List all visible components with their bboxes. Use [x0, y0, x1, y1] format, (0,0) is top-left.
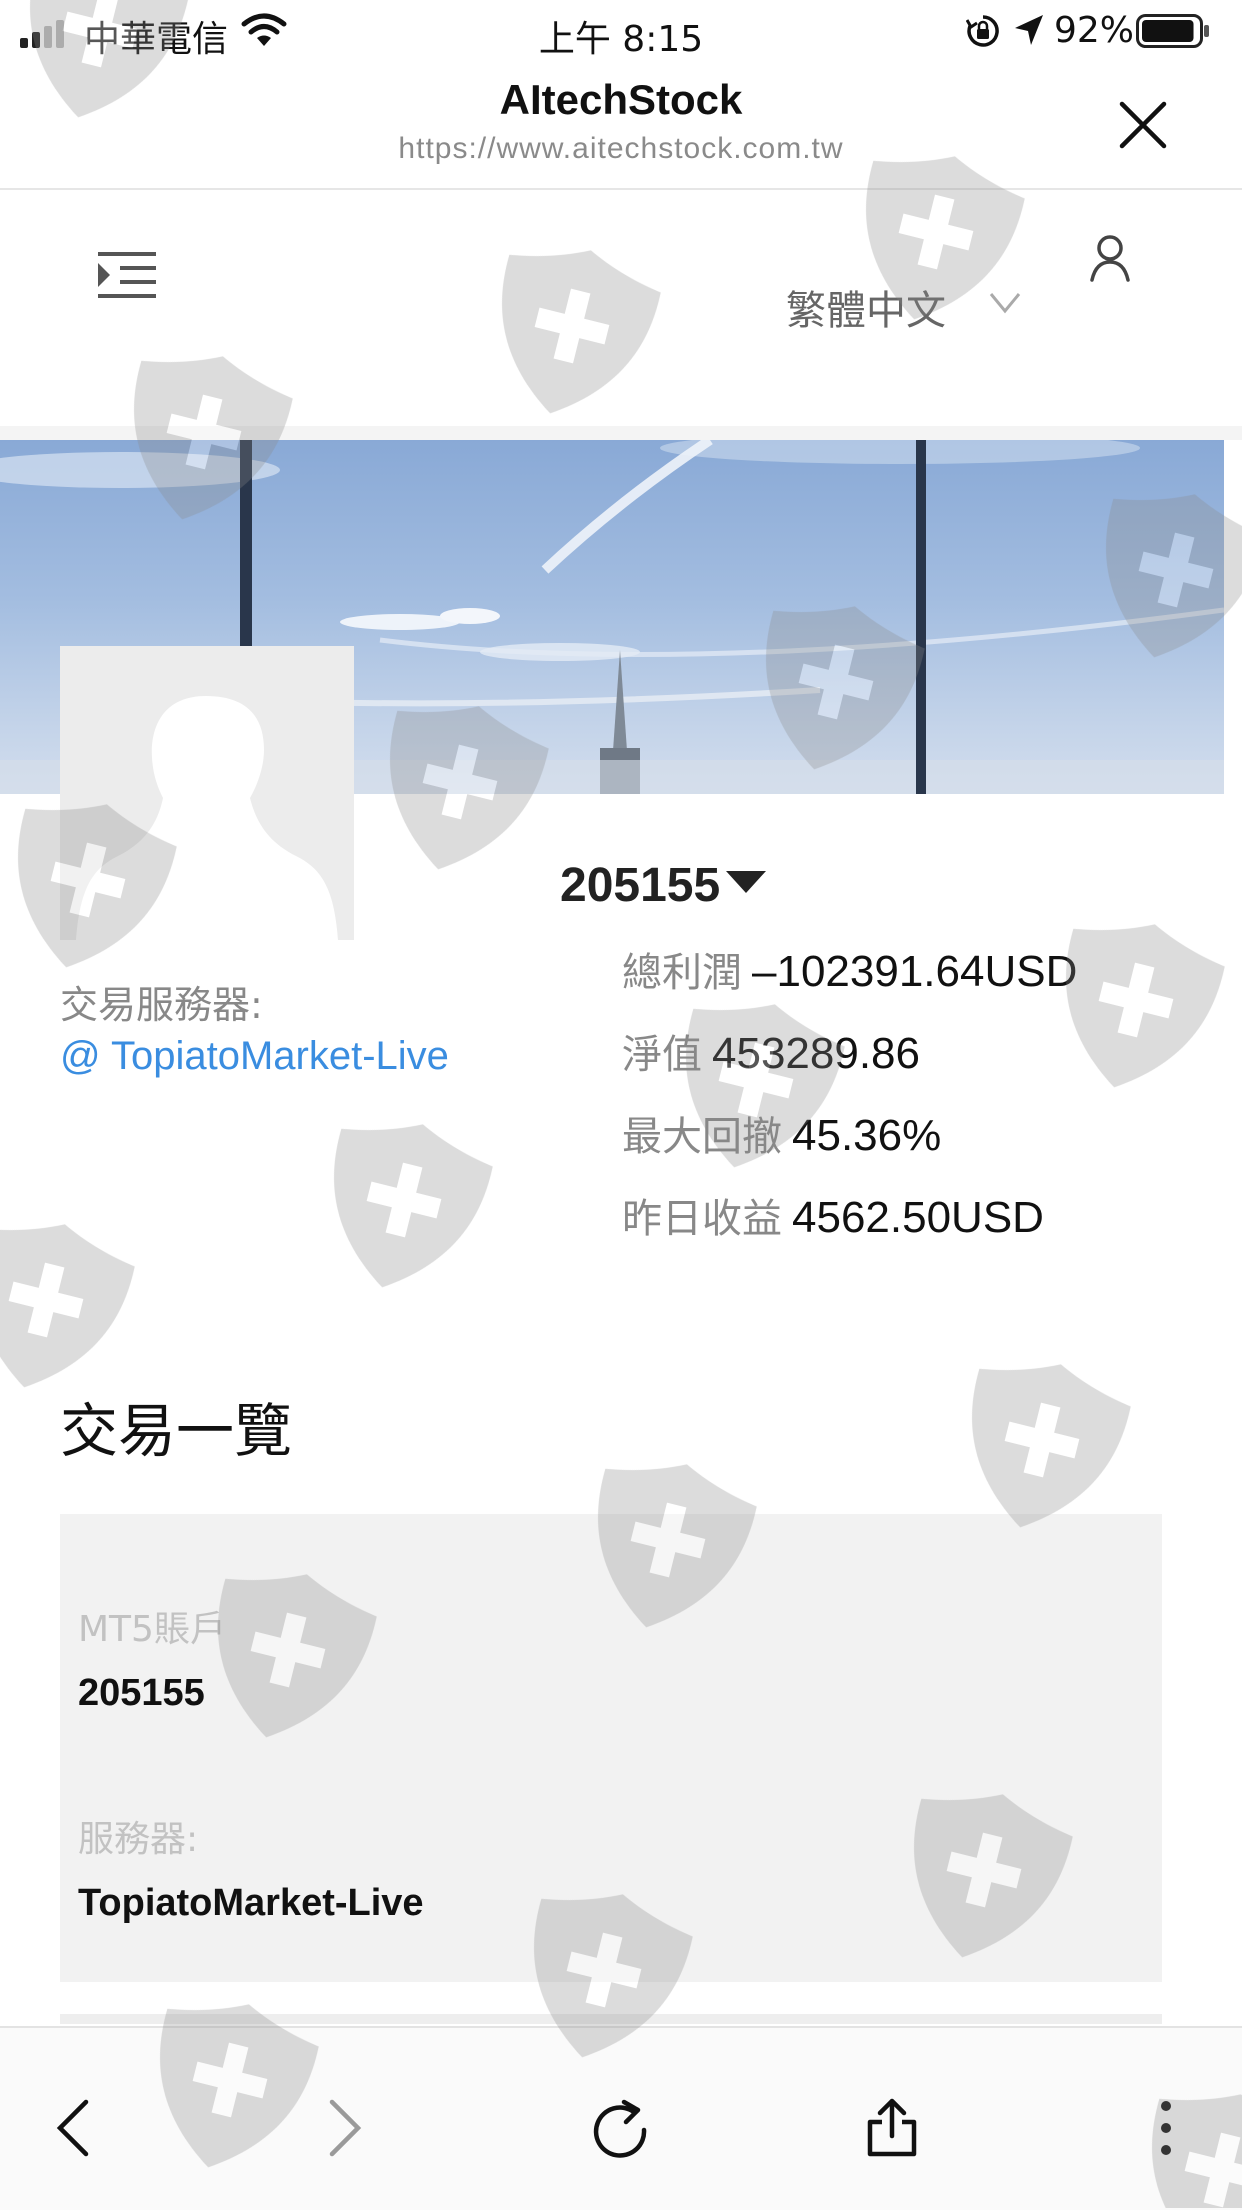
- list-item: [60, 2014, 1162, 2024]
- caret-down-icon: [726, 871, 767, 893]
- browser-header: AItechStock https://www.aitechstock.com.…: [0, 62, 1242, 190]
- more-icon[interactable]: [1136, 2098, 1196, 2158]
- page-url: https://www.aitechstock.com.tw: [398, 132, 844, 165]
- stat-total-profit: 總利潤 –102391.64USD: [622, 940, 1077, 998]
- card-account-value: 205155: [78, 1672, 205, 1714]
- forward-icon[interactable]: [314, 2098, 374, 2158]
- stat-yesterday-income: 昨日收益 4562.50USD: [622, 1186, 1044, 1244]
- card-server-label: 服務器:: [78, 1819, 199, 1860]
- reload-icon[interactable]: [590, 2098, 650, 2158]
- chevron-down-icon[interactable]: [988, 290, 1022, 316]
- account-selector[interactable]: 205155: [560, 858, 767, 913]
- page-title: AItechStock: [499, 76, 743, 123]
- server-label: 交易服務器:: [60, 983, 263, 1027]
- menu-indent-icon[interactable]: [96, 246, 160, 310]
- battery-percentage: 92%: [1054, 10, 1135, 51]
- browser-toolbar: [0, 2026, 1242, 2210]
- stat-label: 最大回撤: [622, 1114, 782, 1160]
- stat-value: 453289.86: [712, 1029, 920, 1078]
- stat-label: 淨值: [622, 1032, 702, 1078]
- back-icon[interactable]: [44, 2098, 104, 2158]
- share-icon[interactable]: [862, 2098, 922, 2158]
- stat-value: –102391.64USD: [752, 947, 1078, 996]
- stat-max-drawdown: 最大回撤 45.36%: [622, 1104, 941, 1162]
- stat-equity: 淨值 453289.86: [622, 1022, 920, 1080]
- avatar: [60, 646, 354, 940]
- battery-icon: [1136, 14, 1209, 48]
- orientation-lock-icon: [966, 15, 999, 47]
- stat-value: 45.36%: [792, 1111, 942, 1160]
- user-icon[interactable]: [1088, 234, 1132, 284]
- section-title: 交易一覽: [60, 1397, 293, 1465]
- card-server-value: TopiatoMarket-Live: [78, 1882, 424, 1924]
- card-account-label: MT5賬戶: [78, 1609, 226, 1650]
- stat-value: 4562.50USD: [792, 1193, 1044, 1242]
- trade-account-card[interactable]: MT5賬戶 205155 服務器: TopiatoMarket-Live: [60, 1514, 1162, 1982]
- stat-label: 昨日收益: [622, 1196, 782, 1242]
- status-bar: 中華電信 上午 8:15 92%: [0, 0, 1242, 62]
- account-number: 205155: [560, 859, 721, 912]
- location-arrow-icon: [1015, 15, 1043, 45]
- site-navigation: 繁體中文: [0, 190, 1242, 440]
- stat-label: 總利潤: [622, 950, 742, 996]
- close-icon[interactable]: [1116, 98, 1170, 152]
- server-link[interactable]: @ TopiatoMarket-Live: [60, 1034, 449, 1079]
- language-selector[interactable]: 繁體中文: [786, 278, 946, 336]
